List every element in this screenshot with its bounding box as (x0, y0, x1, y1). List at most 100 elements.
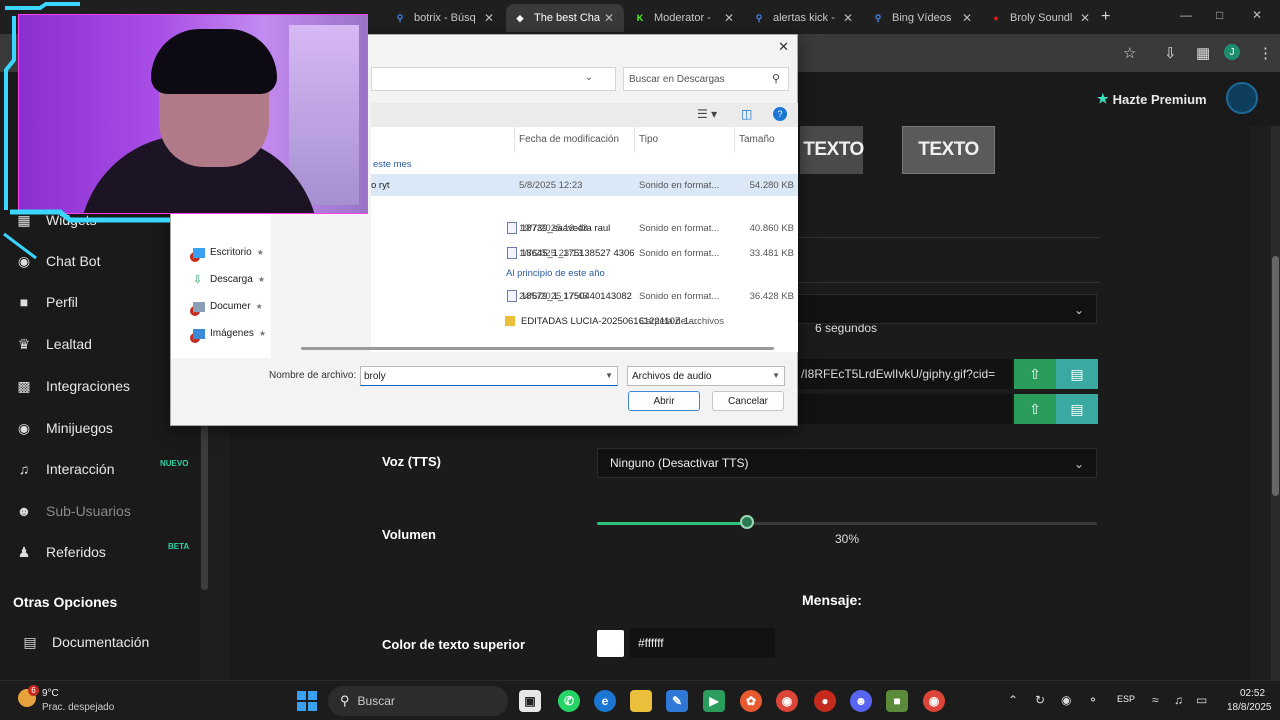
minecraft-icon[interactable]: ■ (886, 690, 908, 712)
sidebar-item-interaccion[interactable]: ♫ Interacción (16, 455, 115, 483)
chevron-down-icon[interactable]: ▼ (605, 371, 613, 380)
tray-overflow-icon[interactable]: ⌃ (1008, 693, 1018, 707)
battery-icon[interactable]: ▭ (1196, 693, 1207, 707)
premium-button[interactable]: ★ Hazte Premium (1097, 91, 1207, 107)
app-icon[interactable]: ● (814, 690, 836, 712)
sidebar-item-integraciones[interactable]: ▩ Integraciones (16, 372, 130, 400)
group-header[interactable]: este mes (373, 159, 412, 170)
window-close-icon[interactable]: ✕ (1252, 8, 1262, 22)
upload-button[interactable]: ⇧ (1014, 394, 1056, 424)
profile-avatar[interactable]: J (1224, 44, 1240, 60)
file-row[interactable]: EDITADAS LUCIA-20250616122110Z-1-... Car… (371, 310, 798, 332)
sidebar-item-sub-usuarios[interactable]: ☻ Sub-Usuarios (16, 497, 131, 525)
maximize-icon[interactable]: □ (1216, 8, 1223, 22)
sidebar-item-referidos[interactable]: ♟ Referidos (16, 538, 106, 566)
start-button[interactable] (297, 691, 317, 711)
tab-moderator[interactable]: K Moderator - ✕ (626, 4, 744, 32)
file-type-filter[interactable]: Archivos de audio ▼ (627, 366, 785, 386)
gallery-button[interactable]: ▤ (1056, 394, 1098, 424)
volume-slider-handle[interactable] (740, 515, 754, 529)
tab-bing-videos[interactable]: ⚲ Bing Vídeos ✕ (864, 4, 982, 32)
photos-icon[interactable]: ✿ (740, 690, 762, 712)
column-header-date[interactable]: Fecha de modificación (519, 134, 619, 145)
help-icon[interactable]: ? (773, 107, 787, 121)
group-header[interactable]: Al principio de este año (506, 268, 605, 279)
microphone-icon[interactable]: ⚬ (1088, 693, 1098, 707)
file-row[interactable]: 18645_1_175138527 4306 1/7/2025 23:13 So… (371, 242, 798, 264)
user-logo-button[interactable] (1226, 82, 1258, 114)
close-icon[interactable]: ✕ (604, 11, 614, 25)
dialog-close-icon[interactable]: ✕ (778, 39, 789, 55)
extensions-icon[interactable]: ▦ (1196, 44, 1210, 62)
view-options-icon[interactable]: ☰ ▾ (697, 107, 717, 121)
path-bar[interactable]: ⌄ ↻ (371, 67, 639, 91)
app-tray-icon[interactable]: ◉ (1061, 693, 1071, 707)
column-header-size[interactable]: Tamaño (739, 134, 775, 145)
close-icon[interactable]: ✕ (1080, 11, 1090, 25)
close-icon[interactable]: ✕ (724, 11, 734, 25)
gif-url-input[interactable]: /I8RFEcT5LrdEwlIvkU/giphy.gif?cid= (797, 359, 1012, 389)
close-icon[interactable]: ✕ (962, 11, 972, 25)
clock-date[interactable]: 18/8/2025 (1227, 702, 1272, 713)
nav-item-escritorio[interactable]: Escritorio ★ (193, 247, 264, 258)
edge-icon[interactable]: e (594, 690, 616, 712)
weather-temperature[interactable]: 9°C (42, 688, 59, 699)
discord-icon[interactable]: ☻ (850, 690, 872, 712)
preview-pane-icon[interactable]: ◫ (741, 107, 752, 121)
chrome-active-icon[interactable]: ◉ (923, 690, 945, 712)
nav-item-imagenes[interactable]: Imágenes ★ (193, 328, 266, 339)
sidebar-item-minijuegos[interactable]: ◉ Minijuegos (16, 414, 113, 442)
input-language[interactable]: ESP (1117, 694, 1135, 704)
nav-item-documentos[interactable]: Documer ★ (193, 301, 263, 312)
taskbar-search[interactable]: ⚲ Buscar (328, 686, 508, 716)
cancel-button[interactable]: Cancelar (712, 391, 784, 411)
chevron-down-icon[interactable]: ⌄ (585, 72, 593, 83)
chrome-icon[interactable]: ◉ (776, 690, 798, 712)
minimize-icon[interactable]: — (1180, 8, 1192, 22)
tab-botrix-search[interactable]: ⚲ botrix - Búsq ✕ (386, 4, 504, 32)
file-list-hscrollbar[interactable] (301, 347, 774, 350)
new-tab-icon[interactable]: + (1101, 8, 1110, 26)
gallery-button[interactable]: ▤ (1056, 359, 1098, 389)
taskview-icon[interactable]: ▣ (519, 690, 541, 712)
close-icon[interactable]: ✕ (484, 11, 494, 25)
open-button[interactable]: Abrir (628, 391, 700, 411)
nav-item-descargas[interactable]: ⇩ Descarga ★ (193, 274, 265, 285)
text-thumbnail-button[interactable]: TEXTO (800, 126, 864, 174)
tab-broly-soundboard[interactable]: ● Broly Soundl ✕ (982, 4, 1100, 32)
wifi-icon[interactable]: ≈ (1152, 693, 1159, 707)
chevron-down-icon[interactable]: ▼ (772, 371, 780, 380)
voice-select[interactable]: Ninguno (Desactivar TTS) ⌄ (597, 448, 1097, 478)
whatsapp-icon[interactable]: ✆ (558, 690, 580, 712)
bookmark-star-icon[interactable]: ☆ (1123, 44, 1136, 62)
file-row[interactable]: 18579_1_1750440143082 24/6/2025 17:45 So… (371, 285, 798, 307)
page-scrollbar[interactable] (1271, 126, 1280, 680)
file-row[interactable]: 18739_saavedra raul 19/7/2025 19:43 Soni… (371, 217, 798, 239)
tab-the-best-chat[interactable]: ◆ The best Cha ✕ (506, 4, 624, 32)
download-icon[interactable]: ⇩ (1164, 44, 1177, 62)
upload-button[interactable]: ⇧ (1014, 359, 1056, 389)
column-header-type[interactable]: Tipo (639, 134, 658, 145)
volume-icon[interactable]: ♫ (1174, 693, 1183, 707)
filename-input[interactable]: broly ▼ (360, 366, 618, 386)
file-row[interactable]: o ryt 5/8/2025 12:23 Sonido en format...… (371, 174, 798, 196)
sidebar-item-perfil[interactable]: ■ Perfil (16, 288, 78, 316)
volume-slider-track[interactable] (597, 522, 1097, 525)
clock-time[interactable]: 02:52 (1240, 688, 1265, 699)
text-thumbnail-button-selected[interactable]: TEXTO (902, 126, 995, 174)
notes-icon[interactable]: ✎ (666, 690, 688, 712)
meet-icon[interactable]: ▶ (703, 690, 725, 712)
files-icon[interactable] (630, 690, 652, 712)
sync-icon[interactable]: ↻ (1035, 693, 1045, 707)
sidebar-item-documentacion[interactable]: ▤ Documentación (22, 628, 149, 656)
menu-icon[interactable]: ⋮ (1258, 44, 1273, 62)
dialog-search-input[interactable]: Buscar en Descargas ⚲ (623, 67, 789, 91)
tab-alertas-kick[interactable]: ⚲ alertas kick - ✕ (745, 4, 863, 32)
sound-url-input[interactable] (797, 394, 1012, 424)
page-scrollbar-thumb[interactable] (1272, 256, 1279, 496)
close-icon[interactable]: ✕ (843, 11, 853, 25)
color-swatch[interactable] (597, 630, 624, 657)
weather-description[interactable]: Prac. despejado (42, 702, 114, 713)
sidebar-item-chat-bot[interactable]: ◉ Chat Bot (16, 247, 101, 275)
color-hex-input[interactable]: #ffffff (630, 628, 775, 658)
